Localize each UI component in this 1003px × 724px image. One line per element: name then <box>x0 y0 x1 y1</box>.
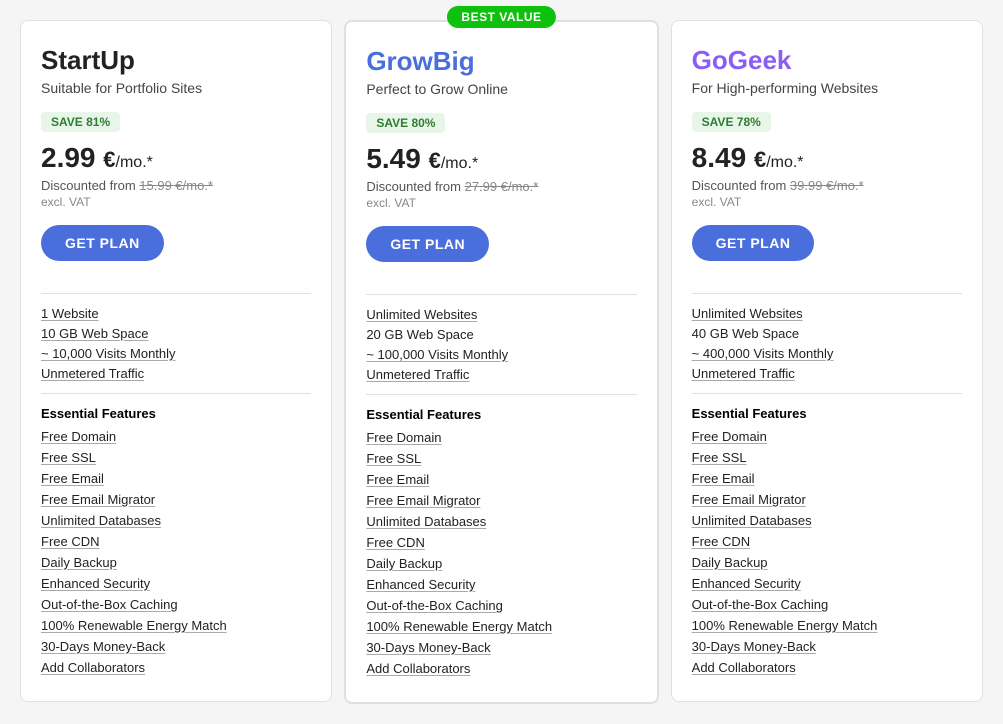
excl-vat-gogeek: excl. VAT <box>692 195 962 209</box>
feature-item: Enhanced Security <box>41 576 311 591</box>
plan-subtitle-startup: Suitable for Portfolio Sites <box>41 80 311 96</box>
price-gogeek: 8.49 €/mo.* <box>692 142 962 174</box>
feature-item: 30-Days Money-Back <box>41 639 311 654</box>
spec-item: ~ 10,000 Visits Monthly <box>41 346 311 361</box>
spec-item: Unlimited Websites <box>692 306 962 321</box>
divider2-startup <box>41 393 311 394</box>
spec-item: Unmetered Traffic <box>41 366 311 381</box>
spec-item: 10 GB Web Space <box>41 326 311 341</box>
feature-item: Free CDN <box>366 535 636 550</box>
feature-item: Out-of-the-Box Caching <box>692 597 962 612</box>
get-plan-btn-startup[interactable]: GET PLAN <box>41 225 164 261</box>
feature-item: Out-of-the-Box Caching <box>41 597 311 612</box>
price-startup: 2.99 €/mo.* <box>41 142 311 174</box>
features-header-growbig: Essential Features <box>366 407 636 422</box>
divider-gogeek <box>692 293 962 294</box>
spec-item: Unlimited Websites <box>366 307 636 322</box>
feature-item: Daily Backup <box>692 555 962 570</box>
discounted-from-growbig: Discounted from 27.99 €/mo.* <box>366 179 636 194</box>
get-plan-btn-growbig[interactable]: GET PLAN <box>366 226 489 262</box>
feature-item: Free Email <box>366 472 636 487</box>
divider-growbig <box>366 294 636 295</box>
feature-item: Daily Backup <box>366 556 636 571</box>
feature-item: Free SSL <box>692 450 962 465</box>
feature-item: Free CDN <box>692 534 962 549</box>
feature-item: Free SSL <box>41 450 311 465</box>
features-header-startup: Essential Features <box>41 406 311 421</box>
features-header-gogeek: Essential Features <box>692 406 962 421</box>
feature-item: Free Email Migrator <box>366 493 636 508</box>
feature-item: Add Collaborators <box>41 660 311 675</box>
feature-item: Unlimited Databases <box>692 513 962 528</box>
feature-item: Enhanced Security <box>366 577 636 592</box>
plan-card-gogeek: GoGeek For High-performing Websites SAVE 7… <box>671 20 983 702</box>
specs-list-growbig: Unlimited Websites 20 GB Web Space ~ 100,0… <box>366 307 636 382</box>
save-badge-startup: SAVE 81% <box>41 112 120 132</box>
discounted-from-gogeek: Discounted from 39.99 €/mo.* <box>692 178 962 193</box>
feature-item: Out-of-the-Box Caching <box>366 598 636 613</box>
plan-subtitle-gogeek: For High-performing Websites <box>692 80 962 96</box>
feature-item: Free Domain <box>41 429 311 444</box>
feature-item: 100% Renewable Energy Match <box>692 618 962 633</box>
feature-item: Unlimited Databases <box>41 513 311 528</box>
plan-name-growbig: GrowBig <box>366 46 636 77</box>
divider2-gogeek <box>692 393 962 394</box>
feature-item: Daily Backup <box>41 555 311 570</box>
best-value-badge: BEST VALUE <box>447 6 555 28</box>
specs-list-gogeek: Unlimited Websites 40 GB Web Space ~ 400,0… <box>692 306 962 381</box>
price-growbig: 5.49 €/mo.* <box>366 143 636 175</box>
spec-item: Unmetered Traffic <box>692 366 962 381</box>
feature-item: Free Email Migrator <box>41 492 311 507</box>
spec-item: Unmetered Traffic <box>366 367 636 382</box>
features-list-gogeek: Free Domain Free SSL Free Email Free Email … <box>692 429 962 675</box>
save-badge-gogeek: SAVE 78% <box>692 112 771 132</box>
plan-card-startup: StartUp Suitable for Portfolio Sites SAVE … <box>20 20 332 702</box>
excl-vat-startup: excl. VAT <box>41 195 311 209</box>
spec-item: 20 GB Web Space <box>366 327 636 342</box>
feature-item: Enhanced Security <box>692 576 962 591</box>
spec-item: 1 Website <box>41 306 311 321</box>
features-list-growbig: Free Domain Free SSL Free Email Free Email … <box>366 430 636 676</box>
feature-item: 30-Days Money-Back <box>692 639 962 654</box>
save-badge-growbig: SAVE 80% <box>366 113 445 133</box>
feature-item: Free Domain <box>366 430 636 445</box>
feature-item: Add Collaborators <box>692 660 962 675</box>
specs-list-startup: 1 Website 10 GB Web Space ~ 10,000 Visits … <box>41 306 311 381</box>
feature-item: Add Collaborators <box>366 661 636 676</box>
spec-item: ~ 400,000 Visits Monthly <box>692 346 962 361</box>
features-list-startup: Free Domain Free SSL Free Email Free Email … <box>41 429 311 675</box>
plans-container: StartUp Suitable for Portfolio Sites SAVE … <box>20 20 983 704</box>
feature-item: Free Domain <box>692 429 962 444</box>
plan-card-growbig: BEST VALUEGrowBigPerfect to Grow OnlineS… <box>344 20 658 704</box>
feature-item: Unlimited Databases <box>366 514 636 529</box>
divider-startup <box>41 293 311 294</box>
get-plan-btn-gogeek[interactable]: GET PLAN <box>692 225 815 261</box>
discounted-from-startup: Discounted from 15.99 €/mo.* <box>41 178 311 193</box>
excl-vat-growbig: excl. VAT <box>366 196 636 210</box>
feature-item: Free Email <box>692 471 962 486</box>
feature-item: Free Email Migrator <box>692 492 962 507</box>
feature-item: 100% Renewable Energy Match <box>41 618 311 633</box>
feature-item: 30-Days Money-Back <box>366 640 636 655</box>
feature-item: 100% Renewable Energy Match <box>366 619 636 634</box>
feature-item: Free Email <box>41 471 311 486</box>
spec-item: 40 GB Web Space <box>692 326 962 341</box>
spec-item: ~ 100,000 Visits Monthly <box>366 347 636 362</box>
divider2-growbig <box>366 394 636 395</box>
plan-subtitle-growbig: Perfect to Grow Online <box>366 81 636 97</box>
plan-name-startup: StartUp <box>41 45 311 76</box>
plan-name-gogeek: GoGeek <box>692 45 962 76</box>
feature-item: Free SSL <box>366 451 636 466</box>
feature-item: Free CDN <box>41 534 311 549</box>
